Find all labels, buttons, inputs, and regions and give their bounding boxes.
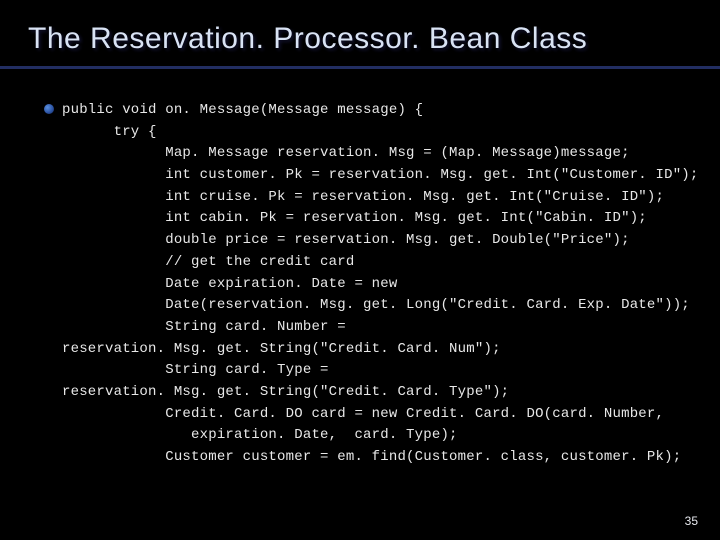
page-title: The Reservation. Processor. Bean Class xyxy=(0,0,720,56)
bullet-icon xyxy=(44,104,54,114)
page-number: 35 xyxy=(685,514,698,528)
divider xyxy=(0,66,720,69)
code-block: public void on. Message(Message message)… xyxy=(62,100,690,469)
slide: The Reservation. Processor. Bean Class p… xyxy=(0,0,720,540)
